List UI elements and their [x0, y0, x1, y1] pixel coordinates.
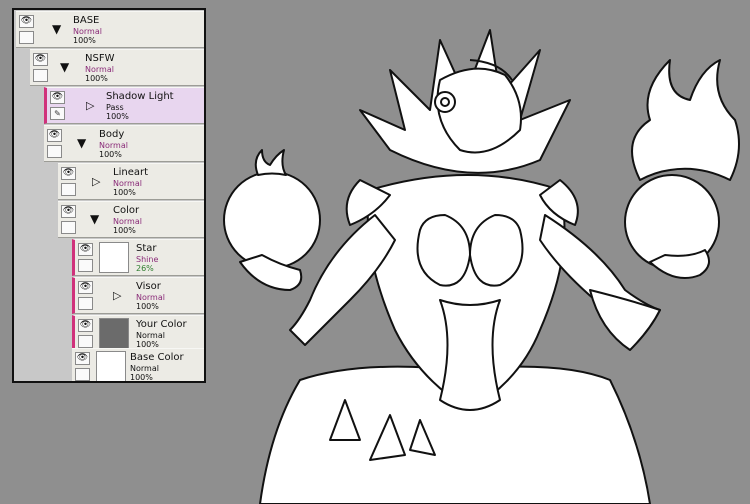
lock-toggle[interactable]	[19, 31, 34, 44]
layer-blend-mode: Normal	[73, 27, 102, 36]
eye-icon[interactable]: 👁	[78, 319, 93, 332]
layer-visor[interactable]: 👁 ▷ Visor Normal 100%	[72, 277, 204, 314]
lock-toggle[interactable]	[61, 221, 76, 234]
layer-opacity: 100%	[106, 112, 129, 121]
eye-icon[interactable]: 👁	[61, 167, 76, 180]
layer-name: Your Color	[136, 319, 187, 330]
eye-icon[interactable]: 👁	[47, 129, 62, 142]
layer-opacity: 26%	[136, 264, 154, 273]
layer-blend-mode: Normal	[136, 331, 165, 340]
lock-toggle[interactable]	[33, 69, 48, 82]
layer-nsfw[interactable]: 👁 ▼ NSFW Normal 100%	[30, 49, 204, 86]
layer-blend-mode: Normal	[113, 217, 142, 226]
layer-lineart[interactable]: 👁 ▷ Lineart Normal 100%	[58, 163, 204, 200]
layer-thumbnail	[99, 318, 129, 349]
layer-opacity: 100%	[73, 36, 96, 45]
layer-your-color[interactable]: 👁 Your Color Normal 100%	[72, 315, 204, 352]
lock-toggle[interactable]	[75, 368, 90, 381]
lock-toggle[interactable]	[78, 297, 93, 310]
layer-name: Star	[136, 243, 157, 254]
caret-right-icon[interactable]: ▷	[113, 290, 121, 301]
layer-opacity: 100%	[85, 74, 108, 83]
pencil-icon[interactable]: ✎	[50, 107, 65, 120]
layers-panel: 👁 ▼ BASE Normal 100% 👁 ▼ NSFW Normal 100…	[12, 8, 206, 383]
layer-opacity: 100%	[130, 373, 153, 382]
layer-name: Color	[113, 205, 140, 216]
caret-right-icon[interactable]: ▷	[92, 176, 100, 187]
lock-toggle[interactable]	[61, 183, 76, 196]
layer-blend-mode: Shine	[136, 255, 159, 264]
layer-blend-mode: Normal	[130, 364, 159, 373]
eye-icon[interactable]: 👁	[78, 281, 93, 294]
layer-star[interactable]: 👁 Star Shine 26%	[72, 239, 204, 276]
lock-toggle[interactable]	[47, 145, 62, 158]
layer-blend-mode: Normal	[113, 179, 142, 188]
layer-opacity: 100%	[113, 188, 136, 197]
layer-thumbnail	[99, 242, 129, 273]
lock-toggle[interactable]	[78, 335, 93, 348]
layer-opacity: 100%	[99, 150, 122, 159]
layer-name: Body	[99, 129, 125, 140]
eye-icon[interactable]: 👁	[19, 15, 34, 28]
caret-down-icon[interactable]: ▼	[52, 23, 61, 35]
layer-body[interactable]: 👁 ▼ Body Normal 100%	[44, 125, 204, 162]
caret-down-icon[interactable]: ▼	[60, 61, 69, 73]
layer-blend-mode: Normal	[136, 293, 165, 302]
layer-name: BASE	[73, 15, 100, 26]
layer-blend-mode: Normal	[85, 65, 114, 74]
eye-icon[interactable]: 👁	[78, 243, 93, 256]
layer-name: Shadow Light	[106, 91, 174, 102]
layer-name: Visor	[136, 281, 161, 292]
layer-name: Base Color	[130, 352, 184, 363]
eye-icon[interactable]: 👁	[33, 53, 48, 66]
lock-toggle[interactable]	[78, 259, 93, 272]
layer-opacity: 100%	[113, 226, 136, 235]
layer-base[interactable]: 👁 ▼ BASE Normal 100%	[16, 11, 204, 48]
caret-down-icon[interactable]: ▼	[90, 213, 99, 225]
layer-shadow-light[interactable]: 👁 ✎ ▷ Shadow Light Pass 100%	[44, 87, 204, 124]
layer-color[interactable]: 👁 ▼ Color Normal 100%	[58, 201, 204, 238]
eye-icon[interactable]: 👁	[61, 205, 76, 218]
layer-thumbnail	[96, 351, 126, 381]
eye-icon[interactable]: 👁	[50, 91, 65, 104]
layer-name: Lineart	[113, 167, 148, 178]
eye-icon[interactable]: 👁	[75, 352, 90, 365]
layer-opacity: 100%	[136, 302, 159, 311]
layer-blend-mode: Normal	[99, 141, 128, 150]
caret-right-icon[interactable]: ▷	[86, 100, 94, 111]
layer-blend-mode: Pass	[106, 103, 124, 112]
layer-base-color[interactable]: 👁 Base Color Normal 100%	[72, 348, 204, 382]
layer-name: NSFW	[85, 53, 115, 64]
caret-down-icon[interactable]: ▼	[77, 137, 86, 149]
